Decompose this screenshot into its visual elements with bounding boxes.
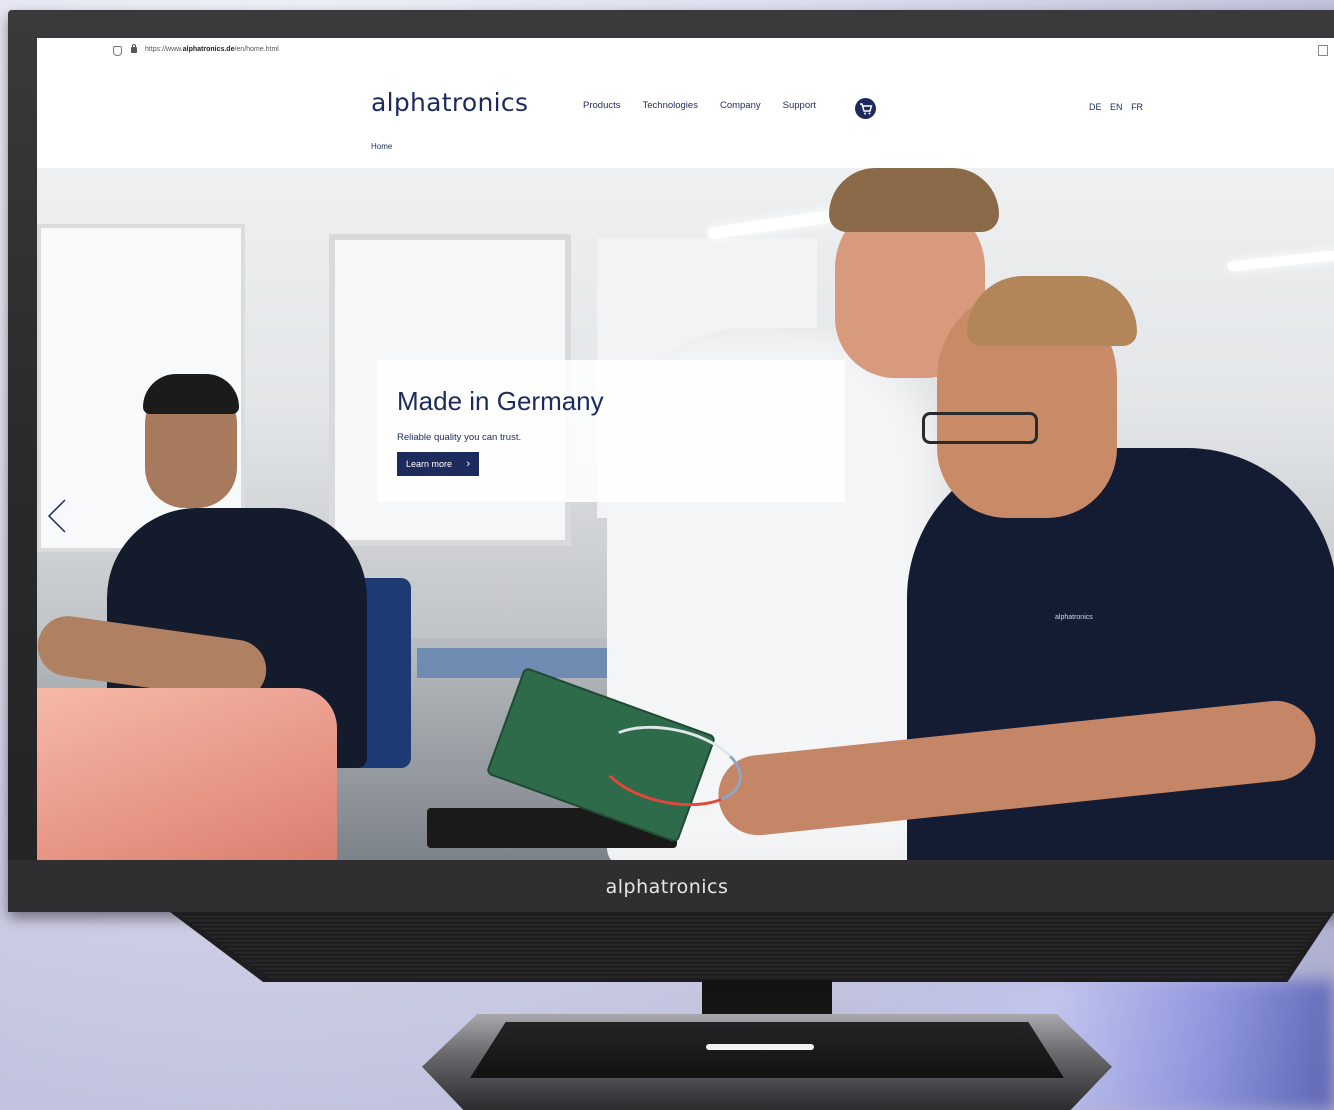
lang-en[interactable]: EN	[1110, 102, 1123, 112]
url-domain: alphatronics.de	[182, 46, 235, 53]
reader-view-icon[interactable]	[1318, 45, 1328, 56]
slider-prev-button[interactable]	[45, 498, 69, 534]
lang-de[interactable]: DE	[1089, 102, 1102, 112]
shield-icon	[113, 46, 122, 56]
cart-glyph	[860, 103, 873, 115]
hero-subtitle: Reliable quality you can trust.	[397, 432, 522, 443]
nav-support[interactable]: Support	[783, 100, 816, 111]
nav-technologies[interactable]: Technologies	[643, 100, 698, 111]
main-nav: Products Technologies Company Support	[583, 100, 838, 111]
speaker-grille	[178, 914, 1328, 978]
glasses	[922, 412, 1038, 444]
breadcrumb[interactable]: Home	[371, 142, 392, 151]
hero-slider: alphatronics Made in Germany Reliable qu…	[37, 168, 1334, 860]
monitor-brand-logo: alphatronics	[605, 876, 729, 898]
lock-icon	[131, 44, 137, 53]
browser-address-bar[interactable]: https://www.alphatronics.de/en/home.html	[37, 38, 1334, 65]
worker-right-hair	[967, 276, 1137, 346]
language-switcher: DE EN FR	[1089, 102, 1149, 112]
learn-more-button[interactable]: Learn more ›	[397, 452, 479, 476]
stand-power-light	[706, 1044, 814, 1050]
hero-title: Made in Germany	[397, 386, 604, 416]
lang-fr[interactable]: FR	[1131, 102, 1143, 112]
ceiling-lamp	[706, 208, 848, 240]
url-text[interactable]: https://www.alphatronics.de/en/home.html	[145, 46, 279, 53]
site-header: alphatronics Products Technologies Compa…	[37, 64, 1334, 168]
nav-products[interactable]: Products	[583, 100, 621, 111]
learn-more-label: Learn more	[406, 459, 453, 469]
hero-caption: Made in Germany Reliable quality you can…	[377, 360, 845, 502]
shirt-logo: alphatronics	[1055, 614, 1093, 621]
url-prefix: https://www.	[145, 46, 183, 53]
supervisor-hair	[829, 168, 999, 232]
chevron-left-icon	[47, 499, 66, 533]
url-path: /en/home.html	[234, 46, 279, 53]
cart-icon[interactable]	[855, 98, 876, 119]
site-logo[interactable]: alphatronics	[371, 88, 528, 117]
ceiling-lamp	[1226, 250, 1334, 272]
monitor-stand-base-top	[470, 1022, 1064, 1078]
chevron-right-icon: ›	[466, 458, 470, 470]
nav-company[interactable]: Company	[720, 100, 761, 111]
bubble-wrap-bags	[37, 688, 337, 860]
worker-left-hair	[143, 374, 239, 414]
monitor-screen: https://www.alphatronics.de/en/home.html…	[37, 38, 1334, 860]
